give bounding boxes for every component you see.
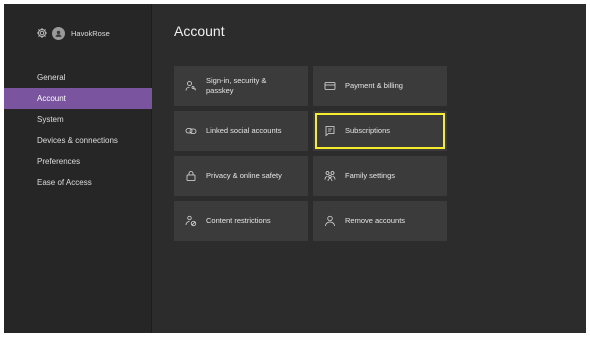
tile-label: Subscriptions [345,126,391,135]
lock-icon [186,171,196,181]
account-options-grid: Sign-in, security & passkey Payment & bi… [174,66,447,241]
document-list-icon [325,126,335,137]
sidebar-item-account[interactable]: Account [4,88,152,109]
family-icon [324,171,336,182]
person-icon [325,215,335,227]
sidebar-item-general[interactable]: General [4,67,152,88]
tile-linked-social-accounts[interactable]: Linked social accounts [174,111,308,151]
tile-label: Linked social accounts [206,126,282,135]
tile-content-restrictions[interactable]: Content restrictions [174,201,308,241]
sidebar-nav: General Account System Devices & connect… [4,67,152,193]
sidebar-item-devices-connections[interactable]: Devices & connections [4,130,152,151]
tile-label: Remove accounts [345,216,406,225]
person-key-icon [185,81,197,91]
page-title: Account [174,23,225,39]
profile-header: HavokRose [36,26,110,40]
tile-subscriptions[interactable]: Subscriptions [313,111,447,151]
sidebar-item-ease-of-access[interactable]: Ease of Access [4,172,152,193]
tile-family-settings[interactable]: Family settings [313,156,447,196]
tile-privacy-online-safety[interactable]: Privacy & online safety [174,156,308,196]
sidebar: HavokRose General Account System Devices… [4,4,152,333]
tile-label: Sign-in, security & passkey [206,76,267,95]
credit-card-icon [324,82,336,90]
tile-label: Payment & billing [345,81,403,90]
tile-sign-in-security[interactable]: Sign-in, security & passkey [174,66,308,106]
tile-label: Privacy & online safety [206,171,282,180]
sidebar-item-system[interactable]: System [4,109,152,130]
avatar-icon [55,30,62,37]
settings-window: HavokRose General Account System Devices… [4,4,586,333]
username: HavokRose [71,28,110,38]
sidebar-item-preferences[interactable]: Preferences [4,151,152,172]
gear-icon[interactable] [36,27,48,39]
tile-label: Family settings [345,171,396,180]
tile-label: Content restrictions [206,216,271,225]
link-icon [185,128,197,134]
avatar[interactable] [52,26,65,40]
tile-payment-billing[interactable]: Payment & billing [313,66,447,106]
people-restricted-icon [185,215,197,227]
tile-remove-accounts[interactable]: Remove accounts [313,201,447,241]
